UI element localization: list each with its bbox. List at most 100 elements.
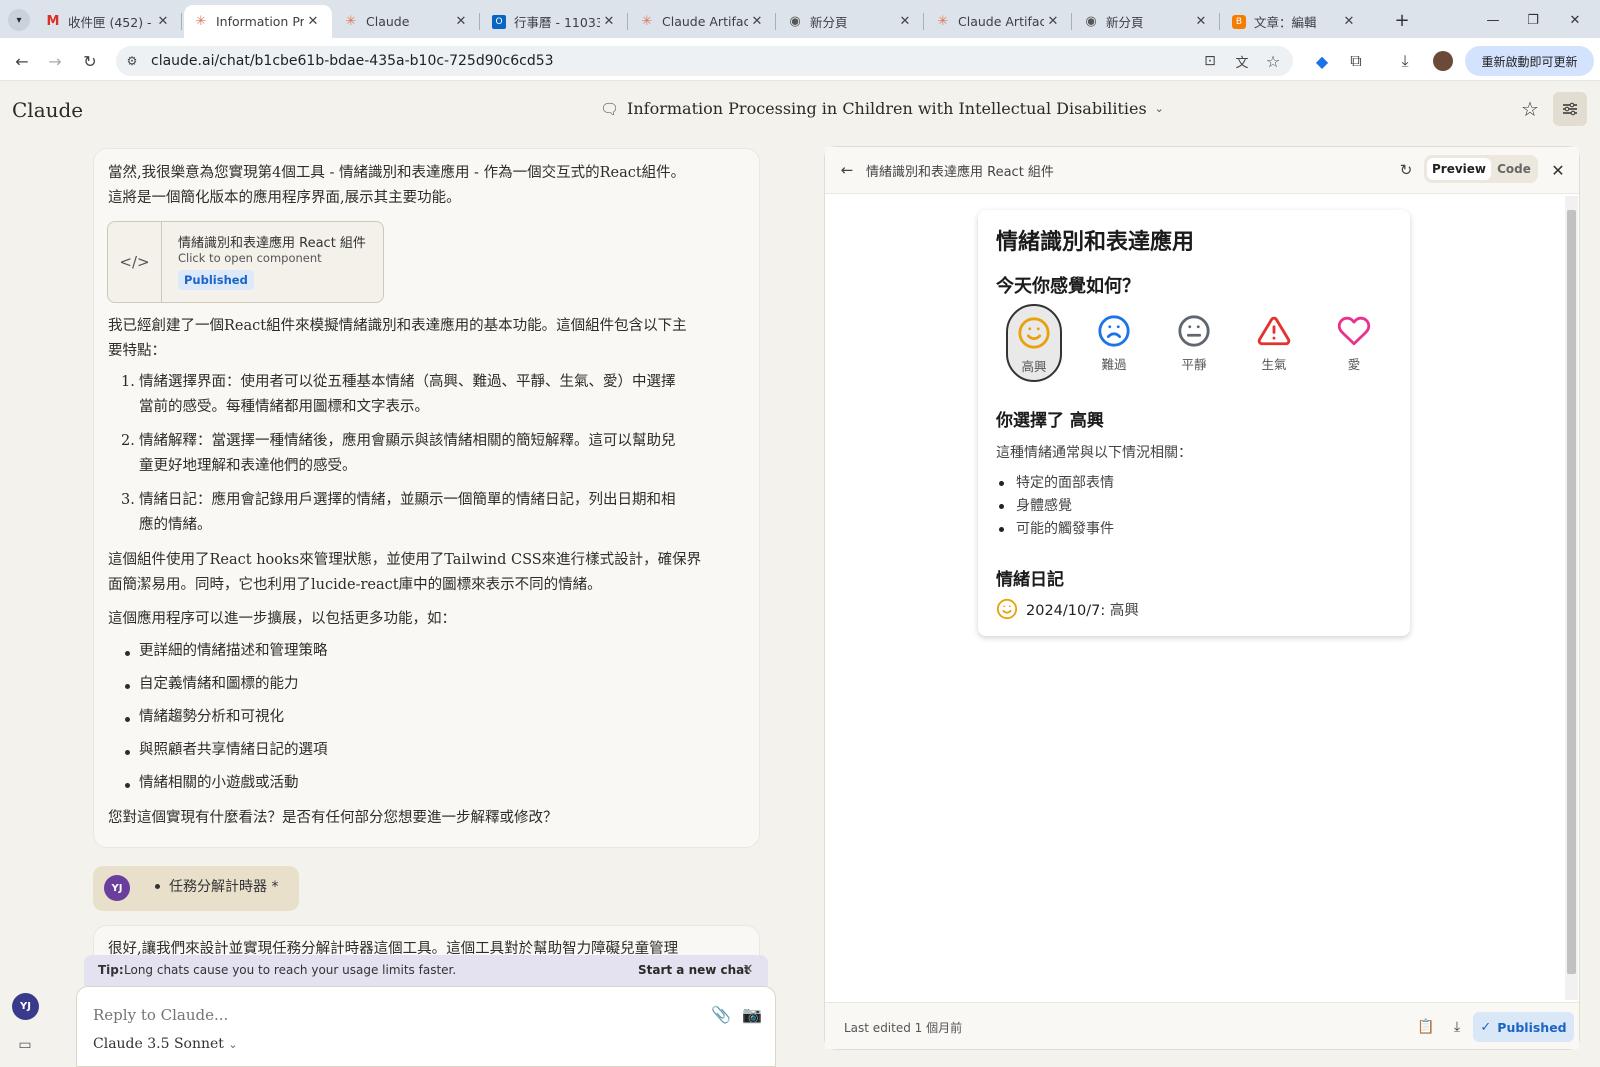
download-icon[interactable]: ⤓ xyxy=(1391,47,1419,75)
list-number: 3. xyxy=(121,492,135,508)
emotion-app-title: 情緒識別和表達應用 xyxy=(996,230,1195,255)
camera-icon[interactable]: 📷 xyxy=(741,1003,763,1025)
reload-icon[interactable]: ↻ xyxy=(76,47,104,75)
claude-icon: ✳ xyxy=(641,13,653,29)
numbered-item-line: 當前的感受。每種情緒都用圖標和文字表示。 xyxy=(139,399,429,415)
list-item: 情緒趨勢分析和可視化 xyxy=(139,709,284,725)
close-tab-icon[interactable]: ✕ xyxy=(1044,14,1062,29)
chat-title-button[interactable]: 🗨 Information Processing in Children wit… xyxy=(600,99,1164,118)
close-tab-icon[interactable]: ✕ xyxy=(1340,14,1358,29)
browser-tab-8[interactable]: B 文章：編輯 ✕ xyxy=(1222,5,1368,38)
scrollbar-thumb[interactable] xyxy=(1567,210,1576,974)
claude-logo[interactable]: Claude xyxy=(12,98,83,122)
message-paragraph: 這個應用程序可以進一步擴展，以包括更多功能，如： xyxy=(108,611,456,627)
model-selector[interactable]: Claude 3.5 Sonnet ⌄ xyxy=(93,1036,238,1052)
message-paragraph: 我已經創建了一個React組件來模擬情緒識別和表達應用的基本功能。這個組件包含以… xyxy=(108,318,687,334)
emotion-option-sad[interactable]: 難過 xyxy=(1086,304,1142,382)
published-button[interactable]: ✓ Published xyxy=(1473,1012,1574,1042)
claude-icon: ✳ xyxy=(195,13,207,29)
clipboard-icon[interactable]: 📋 xyxy=(1415,1016,1437,1038)
numbered-item-line: 應的情緒。 xyxy=(139,517,212,533)
new-tab-button[interactable]: + xyxy=(1390,9,1414,31)
claude-icon: ✳ xyxy=(345,13,357,29)
selected-emotion-heading: 你選擇了 高興 xyxy=(996,411,1104,431)
close-icon[interactable]: ✕ xyxy=(1547,159,1569,181)
last-edited-text: Last edited 1 個月前 xyxy=(844,1021,963,1035)
preview-tab[interactable]: Preview xyxy=(1427,158,1491,180)
bullet xyxy=(125,684,130,689)
close-tab-icon[interactable]: ✕ xyxy=(1192,14,1210,29)
emotion-question: 今天你感覺如何？ xyxy=(996,276,1140,297)
emotion-label: 高興 xyxy=(1021,359,1047,374)
close-icon[interactable]: ✕ xyxy=(738,959,758,979)
chat-bubble-icon: 🗨 xyxy=(600,99,620,118)
emotion-point: 特定的面部表情 xyxy=(1016,475,1114,491)
emotion-option-love[interactable]: 愛 xyxy=(1326,304,1382,382)
back-arrow-icon[interactable]: ← xyxy=(8,47,36,75)
site-info-icon[interactable]: ⚙ xyxy=(122,51,142,71)
list-number: 2. xyxy=(121,433,135,449)
close-tab-icon[interactable]: ✕ xyxy=(304,14,322,29)
code-tab[interactable]: Code xyxy=(1492,158,1536,180)
message-paragraph: 要特點： xyxy=(108,343,166,359)
close-tab-icon[interactable]: ✕ xyxy=(896,14,914,29)
chat-settings-button[interactable] xyxy=(1553,92,1587,126)
sidebar-toggle-icon[interactable]: ▭ xyxy=(14,1034,36,1056)
profile-avatar[interactable] xyxy=(1433,51,1453,71)
browser-tab-3[interactable]: O 行事曆 - 11033 ✕ xyxy=(482,5,628,38)
emotion-label: 愛 xyxy=(1347,357,1361,372)
window-close-button[interactable]: ✕ xyxy=(1560,9,1590,31)
url-text[interactable]: claude.ai/chat/b1cbe61b-bdae-435a-b10c-7… xyxy=(151,51,554,71)
restart-to-update-button[interactable]: 重新啟動即可更新 xyxy=(1465,46,1594,76)
browser-tab-1[interactable]: ✳ Information Pr ✕ xyxy=(184,5,332,38)
browser-tab-2[interactable]: ✳ Claude ✕ xyxy=(334,5,480,38)
emotion-option-calm[interactable]: 平靜 xyxy=(1166,304,1222,382)
emotion-option-happy[interactable]: 高興 xyxy=(1006,304,1062,382)
start-new-chat-link[interactable]: Start a new chat xyxy=(638,963,750,977)
forward-arrow-icon[interactable]: → xyxy=(41,47,69,75)
extensions-puzzle-icon[interactable]: ⧉ xyxy=(1342,47,1370,75)
browser-tab-6[interactable]: ✳ Claude Artifact ✕ xyxy=(926,5,1072,38)
diary-entry: 2024/10/7: 高興 xyxy=(1026,599,1139,620)
bullet xyxy=(125,783,130,788)
download-icon[interactable]: ⤓ xyxy=(1446,1016,1468,1038)
refresh-icon[interactable]: ↻ xyxy=(1395,159,1417,181)
account-avatar[interactable]: YJ xyxy=(12,993,39,1020)
window-maximize-button[interactable]: ❐ xyxy=(1518,9,1548,31)
bullet xyxy=(999,481,1004,486)
install-app-icon[interactable]: ⊡ xyxy=(1196,47,1224,75)
reply-input[interactable] xyxy=(93,1004,653,1026)
numbered-item-line: 童更好地理解和表達他們的感受。 xyxy=(139,458,357,474)
chrome-icon: ◉ xyxy=(1085,13,1097,29)
emotion-option-angry[interactable]: 生氣 xyxy=(1246,304,1302,382)
bullet xyxy=(155,884,160,889)
browser-tab-4[interactable]: ✳ Claude Artifact ✕ xyxy=(630,5,776,38)
browser-tab-7[interactable]: ◉ 新分頁 ✕ xyxy=(1074,5,1220,38)
back-arrow-icon[interactable]: ← xyxy=(836,159,858,181)
selected-emotion-intro: 這種情緒通常與以下情況相關： xyxy=(996,445,1192,461)
close-tab-icon[interactable]: ✕ xyxy=(600,14,618,29)
check-circle-icon: ✓ xyxy=(1480,1019,1492,1035)
close-tab-icon[interactable]: ✕ xyxy=(452,14,470,29)
browser-tab-5[interactable]: ◉ 新分頁 ✕ xyxy=(778,5,924,38)
published-badge: Published xyxy=(178,270,254,290)
emotion-point: 可能的觸發事件 xyxy=(1016,521,1114,537)
bookmark-star-icon[interactable]: ☆ xyxy=(1259,47,1287,75)
bullet xyxy=(125,717,130,722)
smile-icon xyxy=(996,598,1018,620)
paperclip-icon[interactable]: 📎 xyxy=(710,1003,732,1025)
gmail-icon: M xyxy=(46,13,60,29)
close-tab-icon[interactable]: ✕ xyxy=(154,14,172,29)
code-icon: </> xyxy=(108,222,162,302)
frown-icon xyxy=(1098,315,1130,347)
artifact-title: 情緒識別和表達應用 React 組件 xyxy=(866,165,1054,180)
translate-icon[interactable]: 文 xyxy=(1228,47,1256,75)
browser-tab-0[interactable]: M 收件匣 (452) - c ✕ xyxy=(36,5,182,38)
tip-text: Long chats cause you to reach your usage… xyxy=(124,963,457,977)
tab-search-icon[interactable]: ▾ xyxy=(8,9,30,31)
window-minimize-button[interactable]: — xyxy=(1478,9,1508,31)
emotion-diary-heading: 情緒日記 xyxy=(996,570,1064,590)
close-tab-icon[interactable]: ✕ xyxy=(748,14,766,29)
extension-icon[interactable]: ◆ xyxy=(1308,47,1336,75)
star-icon[interactable]: ☆ xyxy=(1518,97,1542,121)
